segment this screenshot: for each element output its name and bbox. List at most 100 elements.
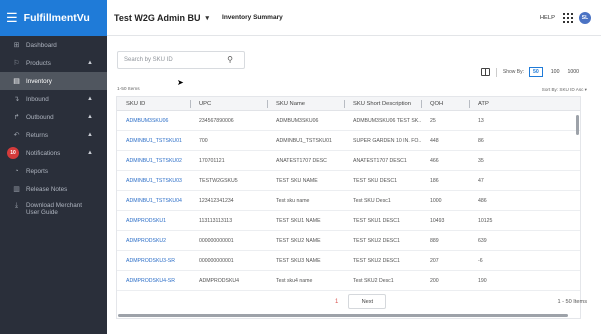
sku-id-link[interactable]: ADMINBU1_TSTSKU02	[117, 158, 190, 164]
sidebar-item-outbound[interactable]: ↱ Outbound ▲	[0, 108, 107, 126]
table-row[interactable]: ADMINBU1_TSTSKU03 TESTW2GSKU5 TEST SKU NAM…	[117, 171, 580, 191]
search-input[interactable]: Search by SKU ID ⚲	[117, 51, 245, 69]
columns-icon[interactable]	[480, 68, 490, 76]
outbound-icon: ↱	[13, 114, 20, 121]
pagination: 1 Next	[335, 294, 387, 309]
avatar[interactable]: SL	[579, 11, 591, 24]
sidebar-item-label: Download Merchant User Guide	[26, 202, 83, 216]
page-number-current[interactable]: 1	[335, 299, 338, 305]
column-header[interactable]: SKU ID	[117, 97, 190, 110]
main-content: Search by SKU ID ⚲ ➤ Show By: 50 100 1000 …	[107, 37, 601, 334]
table-cell: 186	[430, 177, 439, 184]
table-row[interactable]: ADMINBU1_TSTSKU02 170701121 ANATEST1707 DE…	[117, 151, 580, 171]
table-row[interactable]: ADMPRODSKU4-SR ADMPRODSKU4 Test sku4 name T…	[117, 271, 580, 291]
sidebar-item-label: Dashboard	[26, 41, 57, 49]
chevron-up-icon[interactable]: ▲	[87, 132, 93, 138]
sku-id-link[interactable]: ADMINBU1_TSTSKU01	[117, 138, 190, 144]
table-cell: ANATEST1707 DESC	[276, 157, 327, 164]
chevron-up-icon[interactable]: ▲	[87, 60, 93, 66]
download-icon: ⤓	[14, 202, 19, 209]
column-header[interactable]: SKU Name	[267, 97, 344, 110]
table-row[interactable]: ADMPRODSKU1 113113113113 TEST SKU1 NAME TES…	[117, 211, 580, 231]
sku-id-link[interactable]: ADMINBU1_TSTSKU03	[117, 178, 190, 184]
sidebar-item-returns[interactable]: ↶ Returns ▲	[0, 126, 107, 144]
column-header[interactable]: UPC	[190, 97, 267, 110]
sku-id-link[interactable]: ADMPRODSKU3-SR	[117, 258, 190, 264]
inbound-icon: ↴	[13, 96, 20, 103]
sku-id-link[interactable]: ADMPRODSKU1	[117, 218, 190, 224]
table-row[interactable]: ADMINBU1_TSTSKU04 123412341234 Test sku na…	[117, 191, 580, 211]
sidebar-item-label: Reports	[26, 167, 49, 175]
sidebar-item-label: Notifications	[26, 149, 61, 157]
tenant-selector[interactable]: Test W2G Admin BU ▾	[114, 13, 209, 23]
sidebar-item-reports[interactable]: ◔ Reports	[0, 162, 107, 180]
apps-grid-icon[interactable]	[563, 12, 573, 23]
table-cell: Test sku4 name	[276, 277, 313, 284]
search-icon[interactable]: ⚲	[227, 55, 233, 64]
column-header[interactable]: QOH	[421, 97, 469, 110]
table-cell: 10493	[430, 217, 445, 224]
table-row[interactable]: ADMINBU1_TSTSKU01 700 ADMINBU1_TSTSKU01 SUP…	[117, 131, 580, 151]
sidebar-item-inbound[interactable]: ↴ Inbound ▲	[0, 90, 107, 108]
table-cell: 700	[199, 137, 208, 144]
items-count: 1-50 Items	[117, 87, 140, 92]
table-cell: 466	[430, 157, 439, 164]
table-cell: 1000	[430, 197, 442, 204]
table-cell: 639	[478, 237, 487, 244]
column-header[interactable]: SKU Short Description	[344, 97, 421, 110]
notification-count-badge: 10	[7, 147, 19, 159]
sidebar-item-download-merchant-user-guide[interactable]: ⤓ Download Merchant User Guide	[0, 198, 107, 222]
app-title: FulfillmentVu	[23, 12, 90, 24]
reports-icon: ◔	[14, 167, 19, 175]
page-size-option[interactable]: 1000	[567, 69, 579, 75]
table-cell: ADMBUM3SKU06	[276, 117, 319, 124]
next-page-button[interactable]: Next	[348, 294, 387, 309]
table-row[interactable]: ADMPRODSKU2 000000000001 TEST SKU2 NAME TES…	[117, 231, 580, 251]
table-cell: TEST SKU DESC1	[353, 177, 398, 184]
table-cell: 35	[478, 157, 484, 164]
sku-id-link[interactable]: ADMPRODSKU2	[117, 238, 190, 244]
hamburger-menu-icon[interactable]: ☰	[6, 10, 18, 26]
sort-by-dropdown[interactable]: Sort By: SKU ID Asc ▾	[542, 87, 587, 93]
page-size-options: 50 100 1000	[529, 67, 587, 77]
sidebar-item-inventory[interactable]: ▤ Inventory	[0, 72, 107, 90]
table-cell: SUPER GARDEN 10 IN. FO...	[353, 137, 421, 144]
chevron-up-icon[interactable]: ▲	[87, 96, 93, 102]
table-cell: TEST SKU2 NAME	[276, 237, 321, 244]
chevron-up-icon[interactable]: ▲	[87, 114, 93, 120]
table-cell: 486	[478, 197, 487, 204]
page-size-option[interactable]: 100	[551, 69, 560, 75]
table-cell: ADMINBU1_TSTSKU01	[276, 137, 332, 144]
table-cell: Test sku name	[276, 197, 310, 204]
table-row[interactable]: ADMBUM3SKU06 234567890006 ADMBUM3SKU06 ADMB…	[117, 111, 580, 131]
sidebar-item-notifications[interactable]: ♪10Notifications▲	[0, 144, 107, 162]
sku-id-link[interactable]: ADMBUM3SKU06	[117, 118, 190, 124]
tab-inventory-summary[interactable]: Inventory Summary	[222, 14, 283, 21]
table-cell: TEST SKU2 DESC1	[353, 257, 400, 264]
table-cell: 47	[478, 177, 484, 184]
table-header: SKU ID UPC SKU Name SKU Short Description QO…	[117, 97, 580, 111]
table-cell: TESTW2GSKU5	[199, 177, 238, 184]
table-cell: 25	[430, 117, 436, 124]
horizontal-scrollbar[interactable]	[118, 314, 568, 317]
sku-id-link[interactable]: ADMPRODSKU4-SR	[117, 278, 190, 284]
table-cell: TEST SKU2 DESC1	[353, 237, 400, 244]
chevron-up-icon[interactable]: ▲	[87, 150, 93, 156]
vertical-scrollbar[interactable]	[576, 115, 579, 135]
table-cell: 234567890006	[199, 117, 234, 124]
sidebar: ☰ FulfillmentVu ⊞ Dashboard ⚐ Products ▲ ▤ Inv…	[0, 0, 107, 334]
show-by-label: Show By:	[502, 69, 525, 75]
table-row[interactable]: ADMPRODSKU3-SR 000000000001 TEST SKU3 NAME…	[117, 251, 580, 271]
table-cell: TEST SKU1 NAME	[276, 217, 321, 224]
help-link[interactable]: HELP	[540, 15, 555, 21]
column-header[interactable]: ATP	[469, 97, 569, 110]
sidebar-item-products[interactable]: ⚐ Products ▲	[0, 54, 107, 72]
table-cell: 448	[430, 137, 439, 144]
sidebar-item-dashboard[interactable]: ⊞ Dashboard	[0, 36, 107, 54]
table-cell: -6	[478, 257, 483, 264]
table-toolbar: Show By: 50 100 1000	[480, 67, 587, 77]
sidebar-item-release-notes[interactable]: ▥ Release Notes	[0, 180, 107, 198]
page-size-option[interactable]: 50	[529, 67, 543, 77]
products-icon: ⚐	[13, 60, 20, 67]
sku-id-link[interactable]: ADMINBU1_TSTSKU04	[117, 198, 190, 204]
